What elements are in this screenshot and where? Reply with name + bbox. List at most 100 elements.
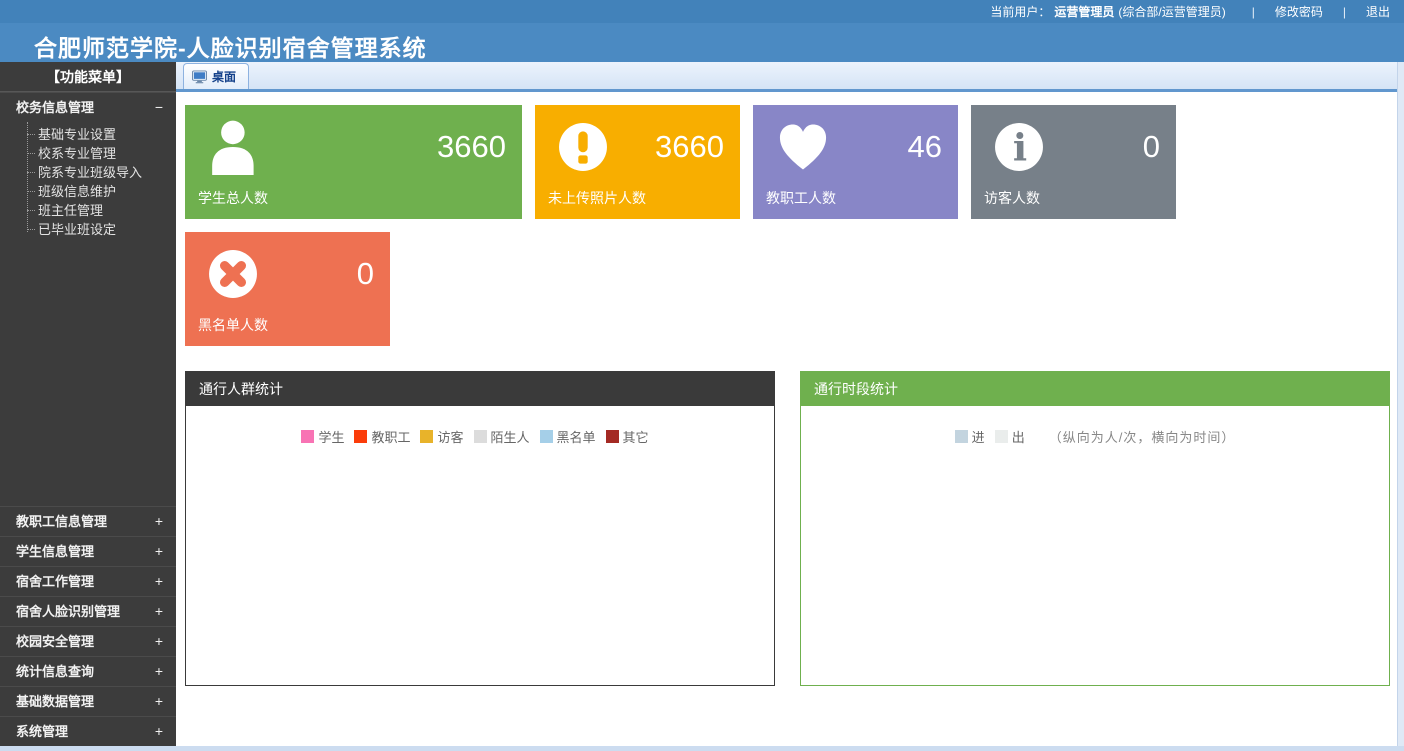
page-title: 合肥师范学院-人脸识别宿舍管理系统 (0, 23, 1404, 63)
sidebar-group-stats-query[interactable]: 统计信息查询 + (0, 656, 176, 686)
sidebar-submenu: 基础专业设置 校系专业管理 院系专业班级导入 班级信息维护 班主任管理 已毕业班… (0, 122, 176, 251)
user-bar: 当前用户： 运营管理员 (综合部/运营管理员) | 修改密码 | 退出 (0, 0, 1404, 23)
expand-icon[interactable]: + (155, 627, 163, 656)
sidebar-group-label: 校务信息管理 (16, 93, 94, 122)
stat-card-visitors: i 0 访客人数 (971, 105, 1176, 219)
sidebar: 【功能菜单】 校务信息管理 − 基础专业设置 校系专业管理 院系专业班级导入 班… (0, 62, 176, 746)
card-value: 3660 (655, 129, 724, 165)
legend-swatch-blacklist (540, 430, 553, 443)
stat-card-staff: 46 教职工人数 (753, 105, 958, 219)
content-right-strip (1397, 62, 1404, 746)
sidebar-group-label: 统计信息查询 (16, 657, 94, 686)
sidebar-group-label: 校园安全管理 (16, 627, 94, 656)
card-label: 教职工人数 (753, 188, 958, 219)
sidebar-group-school-affairs[interactable]: 校务信息管理 − (0, 92, 176, 122)
card-value: 0 (1143, 129, 1160, 165)
sidebar-group-staff-info[interactable]: 教职工信息管理 + (0, 506, 176, 536)
expand-icon[interactable]: + (155, 507, 163, 536)
legend-label: 教职工 (371, 427, 410, 446)
current-user-detail: (综合部/运营管理员) (1118, 3, 1225, 20)
sidebar-group-dorm-work[interactable]: 宿舍工作管理 + (0, 566, 176, 596)
legend-swatch-visitor (420, 430, 433, 443)
legend-label: 学生 (318, 427, 344, 446)
sidebar-group-label: 宿舍人脸识别管理 (16, 597, 120, 626)
panel-title: 通行时段统计 (801, 372, 1389, 406)
sidebar-group-student-info[interactable]: 学生信息管理 + (0, 536, 176, 566)
legend-label: 其它 (623, 427, 649, 446)
sidebar-group-label: 教职工信息管理 (16, 507, 107, 536)
collapse-icon[interactable]: − (155, 93, 163, 122)
sidebar-group-base-data[interactable]: 基础数据管理 + (0, 686, 176, 716)
exclamation-icon (558, 122, 608, 172)
tab-label: 桌面 (212, 68, 236, 85)
userbar-divider: | (1343, 5, 1346, 19)
legend-label: 陌生人 (491, 427, 530, 446)
userbar-divider: | (1252, 5, 1255, 19)
page-bottom-strip (0, 746, 1404, 751)
info-icon: i (994, 122, 1044, 172)
sidebar-subitem-class-info[interactable]: 班级信息维护 (0, 182, 176, 201)
expand-icon[interactable]: + (155, 717, 163, 746)
expand-icon[interactable]: + (155, 687, 163, 716)
crowd-chart-legend: 学生 教职工 访客 陌生人 黑名单 其它 (301, 427, 658, 446)
legend-swatch-in (955, 430, 968, 443)
panel-crowd-stats: 通行人群统计 学生 教职工 访客 陌生人 (185, 371, 775, 686)
logout-link[interactable]: 退出 (1366, 3, 1390, 20)
chart-axis-note: （纵向为人/次，横向为时间） (1049, 427, 1236, 446)
x-circle-icon (208, 249, 258, 299)
sidebar-group-label: 宿舍工作管理 (16, 567, 94, 596)
stat-card-no-photo: 3660 未上传照片人数 (535, 105, 740, 219)
sidebar-subitem-school-major-mgmt[interactable]: 校系专业管理 (0, 144, 176, 163)
legend-swatch-stranger (474, 430, 487, 443)
sidebar-spacer (0, 251, 176, 506)
expand-icon[interactable]: + (155, 537, 163, 566)
stat-card-blacklist: 0 黑名单人数 (185, 232, 390, 346)
current-user-name: 运营管理员 (1054, 3, 1114, 20)
change-password-link[interactable]: 修改密码 (1275, 3, 1323, 20)
tab-desktop[interactable]: 桌面 (183, 63, 249, 89)
expand-icon[interactable]: + (155, 657, 163, 686)
legend-swatch-students (301, 430, 314, 443)
legend-label: 进 (972, 427, 985, 446)
stat-card-students: 3660 学生总人数 (185, 105, 522, 219)
legend-label: 出 (1012, 427, 1025, 446)
sidebar-group-label: 系统管理 (16, 717, 68, 746)
card-label: 学生总人数 (185, 188, 522, 219)
sidebar-subitem-basic-major-setup[interactable]: 基础专业设置 (0, 125, 176, 144)
legend-label: 黑名单 (557, 427, 596, 446)
card-label: 未上传照片人数 (535, 188, 740, 219)
legend-swatch-other (606, 430, 619, 443)
sidebar-subitem-graduated-class[interactable]: 已毕业班设定 (0, 220, 176, 239)
current-user-prefix: 当前用户： (990, 3, 1050, 20)
card-value: 0 (357, 256, 374, 292)
page: 当前用户： 运营管理员 (综合部/运营管理员) | 修改密码 | 退出 合肥师范… (0, 0, 1404, 751)
sidebar-menu-title: 【功能菜单】 (0, 62, 176, 92)
card-value: 46 (908, 129, 942, 165)
sidebar-group-label: 基础数据管理 (16, 687, 94, 716)
desktop-icon (192, 70, 207, 84)
heart-icon (776, 121, 830, 173)
legend-swatch-staff (354, 430, 367, 443)
panel-time-stats: 通行时段统计 进 出 （纵向为人/次，横向为时间） (800, 371, 1390, 686)
sidebar-group-label: 学生信息管理 (16, 537, 94, 566)
sidebar-group-campus-security[interactable]: 校园安全管理 + (0, 626, 176, 656)
legend-swatch-out (995, 430, 1008, 443)
sidebar-subitem-class-import[interactable]: 院系专业班级导入 (0, 163, 176, 182)
time-chart-legend: 进 出 （纵向为人/次，横向为时间） (955, 427, 1236, 446)
sidebar-subitem-head-teacher[interactable]: 班主任管理 (0, 201, 176, 220)
legend-label: 访客 (437, 427, 463, 446)
desktop-content: 3660 学生总人数 3660 未上传 (176, 92, 1404, 746)
sidebar-group-system-mgmt[interactable]: 系统管理 + (0, 716, 176, 746)
card-label: 访客人数 (971, 188, 1176, 219)
expand-icon[interactable]: + (155, 567, 163, 596)
main-area: 桌面 3660 学生总人数 (176, 62, 1404, 746)
card-value: 3660 (437, 129, 506, 165)
sidebar-group-dorm-face-recognition[interactable]: 宿舍人脸识别管理 + (0, 596, 176, 626)
card-label: 黑名单人数 (185, 315, 390, 346)
person-icon (208, 119, 260, 175)
svg-text:i: i (1013, 125, 1027, 169)
panel-title: 通行人群统计 (186, 372, 774, 406)
app-header: 当前用户： 运营管理员 (综合部/运营管理员) | 修改密码 | 退出 合肥师范… (0, 0, 1404, 62)
expand-icon[interactable]: + (155, 597, 163, 626)
tab-bar: 桌面 (176, 62, 1404, 92)
